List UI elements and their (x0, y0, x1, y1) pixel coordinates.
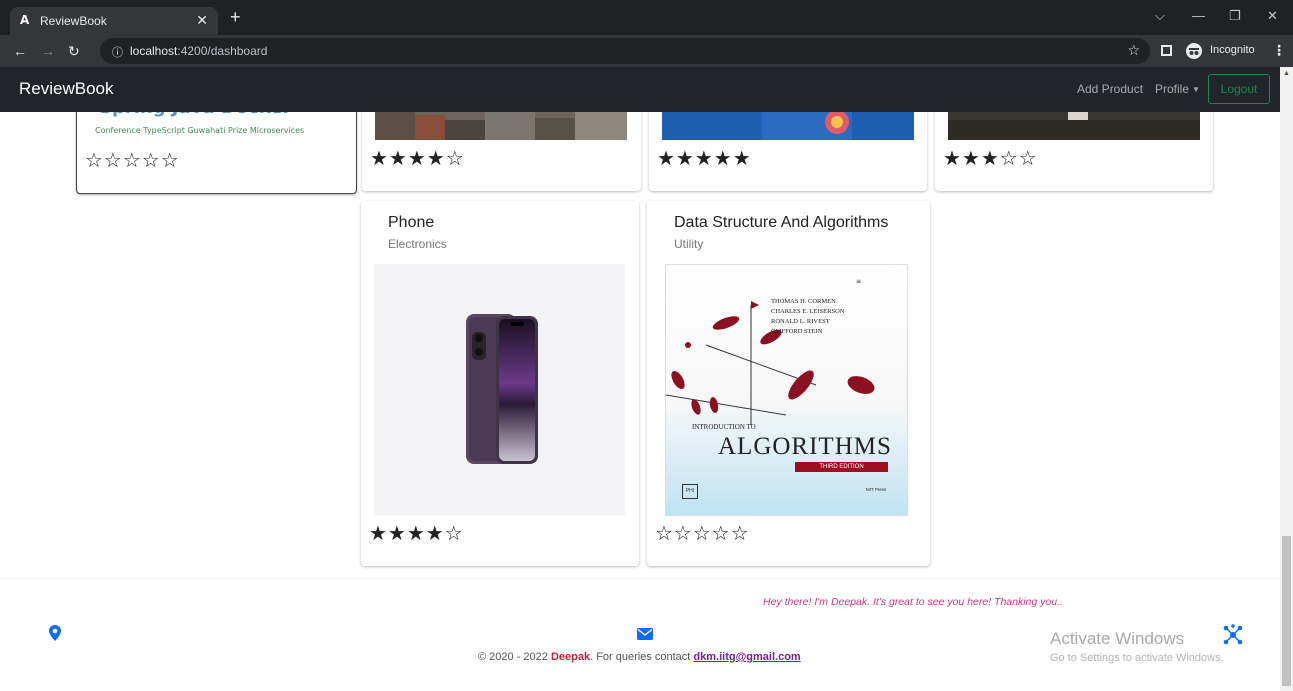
rating-stars[interactable]: ★★★★☆ (369, 521, 464, 545)
profile-dropdown[interactable]: Profile ▼ (1155, 82, 1200, 96)
window-close-icon[interactable]: ✕ (1267, 8, 1278, 24)
site-info-icon[interactable]: ⓘ (112, 44, 123, 60)
location-pin-icon[interactable] (49, 625, 61, 646)
share-network-icon[interactable] (1222, 624, 1244, 651)
restore-icon[interactable]: ❐ (1229, 8, 1241, 24)
product-title[interactable]: Phone (388, 214, 434, 232)
book-edition: THIRD EDITION (795, 462, 888, 472)
address-bar[interactable]: ⓘ localhost:4200/dashboard ☆ (100, 38, 1150, 64)
side-panel-icon[interactable] (1161, 45, 1172, 56)
rating-stars[interactable]: ★★★☆☆ (943, 146, 1038, 170)
book-title: ALGORITHMS (718, 433, 892, 460)
incognito-label: Incognito (1210, 44, 1255, 56)
contact-email-link[interactable]: dkm.iitg@gmail.com (693, 651, 800, 663)
browser-tab-strip: A ReviewBook ✕ + ⌵ — ❐ ✕ (0, 0, 1293, 35)
angular-favicon-icon: A (20, 13, 30, 27)
app-navbar: ReviewBook Add Product Profile ▼ Logout (0, 67, 1280, 112)
activate-windows-subtitle: Go to Settings to activate Windows. (1050, 652, 1224, 664)
brand-link[interactable]: ReviewBook (19, 79, 114, 99)
rating-stars[interactable]: ★★★★★ (657, 146, 752, 170)
product-card[interactable]: Phone Electronics ★★★★☆ (361, 201, 639, 566)
svg-text:Conference TypeScript Guwahati: Conference TypeScript Guwahati Prize Mic… (95, 126, 304, 135)
rating-stars[interactable]: ☆☆☆☆☆ (85, 148, 180, 172)
browser-tab[interactable]: A ReviewBook ✕ (10, 7, 218, 35)
scrollbar-thumb[interactable] (1282, 536, 1291, 686)
book-cover-image: ≡ THOMAS H. CORMEN CHARLES E. LEISERSON … (665, 264, 908, 516)
bookmark-star-icon[interactable]: ☆ (1127, 42, 1140, 59)
book-author: CHARLES E. LEISERSON (771, 308, 845, 315)
tab-close-icon[interactable]: ✕ (196, 12, 208, 29)
svg-text:≡: ≡ (856, 278, 861, 285)
url-text: localhost:4200/dashboard (130, 44, 268, 58)
incognito-icon[interactable] (1186, 43, 1202, 59)
phone-product-image (374, 264, 625, 515)
tab-title: ReviewBook (40, 14, 107, 28)
book-intro: INTRODUCTION TO (692, 423, 756, 431)
activate-windows-title: Activate Windows (1050, 629, 1185, 648)
new-tab-button[interactable]: + (230, 7, 241, 28)
publisher-logo-right: MIT Press (866, 487, 887, 492)
back-arrow-icon[interactable]: ← (13, 43, 27, 59)
logout-button[interactable]: Logout (1208, 74, 1270, 104)
rating-stars[interactable]: ☆☆☆☆☆ (655, 521, 750, 545)
minimize-icon[interactable]: — (1192, 8, 1205, 23)
rating-stars[interactable]: ★★★★☆ (370, 146, 465, 170)
forward-arrow-icon[interactable]: → (41, 43, 55, 59)
product-category: Utility (674, 237, 704, 251)
menu-kebab-icon[interactable]: ⋮ (1272, 42, 1286, 59)
browser-toolbar: ← → ↻ ⓘ localhost:4200/dashboard ☆ Incog… (0, 35, 1293, 67)
publisher-logo-left: PHI (682, 484, 698, 499)
mail-icon[interactable] (637, 627, 653, 645)
footer-greeting: Hey there! I'm Deepak. It's great to see… (763, 596, 1063, 608)
scroll-up-arrow-icon[interactable]: ▲ (1283, 70, 1290, 77)
product-title[interactable]: Data Structure And Algorithms (674, 214, 888, 232)
add-product-link[interactable]: Add Product (1077, 82, 1143, 96)
profile-label: Profile (1155, 82, 1190, 96)
tab-search-icon[interactable]: ⌵ (1155, 8, 1165, 24)
book-author: THOMAS H. CORMEN (771, 298, 836, 305)
product-category: Electronics (388, 237, 447, 251)
product-card[interactable]: Data Structure And Algorithms Utility ≡ … (647, 201, 930, 566)
footer-divider (0, 578, 1280, 579)
reload-icon[interactable]: ↻ (68, 43, 80, 60)
book-author: CLIFFORD STEIN (771, 328, 823, 335)
copyright-text: © 2020 - 2022 Deepak. For queries contac… (478, 651, 801, 663)
caret-down-icon: ▼ (1192, 85, 1200, 95)
author-name: Deepak (550, 651, 591, 663)
book-author: RONALD L. RIVEST (771, 318, 830, 325)
